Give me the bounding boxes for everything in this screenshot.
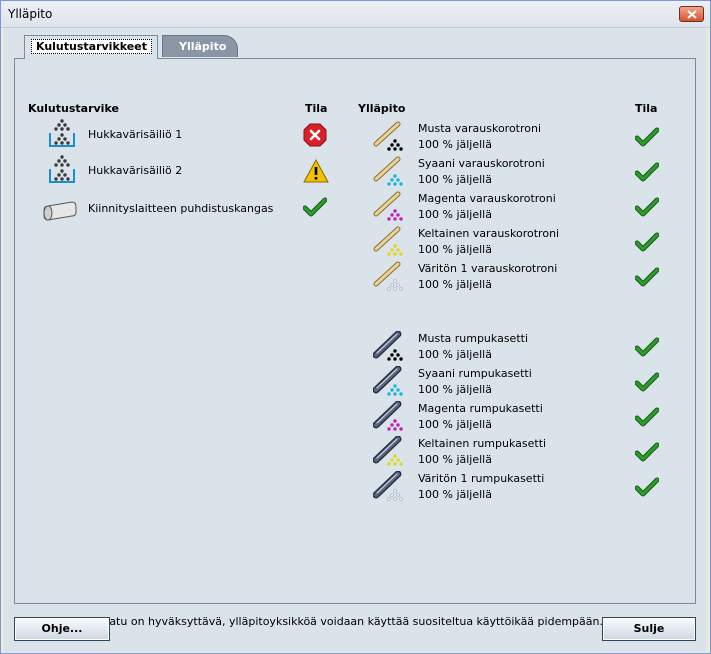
status-ok-icon	[635, 232, 659, 252]
close-button[interactable]: Sulje	[602, 617, 696, 641]
status-ok-icon	[635, 477, 659, 497]
tab-maintenance-label: Ylläpito	[179, 40, 227, 53]
remaining-life: 100 % jäljellä	[418, 488, 492, 501]
status-ok-icon	[635, 442, 659, 462]
corotron-icon	[373, 121, 403, 151]
corotron-icon	[373, 226, 403, 256]
consumable-name: Kiinnityslaitteen puhdistuskangas	[88, 202, 274, 215]
maintenance-item-name: Magenta rumpukasetti	[418, 402, 543, 415]
maintenance-item-name: Magenta varauskorotroni	[418, 192, 556, 205]
maintenance-item-name: Musta varauskorotroni	[418, 122, 542, 135]
status-ok-icon	[635, 267, 659, 287]
remaining-life: 100 % jäljellä	[418, 243, 492, 256]
maintenance-column-header: Ylläpito	[358, 102, 406, 115]
maintenance-item-name: Syaani rumpukasetti	[418, 367, 532, 380]
waste-toner-icon	[49, 155, 75, 183]
consumable-status-header: Tila	[305, 102, 328, 115]
corotron-icon	[373, 156, 403, 186]
drum-cartridge-icon	[373, 331, 403, 361]
drum-cartridge-icon	[373, 366, 403, 396]
corotron-icon	[373, 261, 403, 291]
remaining-life: 100 % jäljellä	[418, 418, 492, 431]
title-bar[interactable]: Ylläpito	[1, 1, 710, 28]
waste-toner-icon	[49, 119, 75, 147]
status-ok-icon	[635, 337, 659, 357]
remaining-life: 100 % jäljellä	[418, 453, 492, 466]
status-ok-icon	[635, 197, 659, 217]
consumable-column-header: Kulutustarvike	[28, 102, 119, 115]
remaining-life: 100 % jäljellä	[418, 278, 492, 291]
maintenance-item-name: Syaani varauskorotroni	[418, 157, 545, 170]
tab-consumables-label: Kulutustarvikkeet	[31, 39, 152, 54]
help-button[interactable]: Ohje...	[14, 617, 110, 641]
status-ok-icon	[303, 197, 327, 217]
status-ok-icon	[635, 162, 659, 182]
remaining-life: 100 % jäljellä	[418, 208, 492, 221]
window-title: Ylläpito	[8, 7, 53, 21]
maintenance-item-name: Väritön 1 rumpukasetti	[418, 472, 545, 485]
drum-cartridge-icon	[373, 471, 403, 501]
status-error-icon	[303, 123, 327, 147]
consumable-name: Hukkavärisäiliö 2	[88, 164, 183, 177]
drum-cartridge-icon	[373, 436, 403, 466]
remaining-life: 100 % jäljellä	[418, 383, 492, 396]
remaining-life: 100 % jäljellä	[418, 348, 492, 361]
dialog-body: Kulutustarvikkeet Ylläpito Kulutustarvik…	[4, 28, 707, 652]
maintenance-item-name: Keltainen varauskorotroni	[418, 227, 560, 240]
fuser-web-icon	[43, 201, 77, 221]
tab-consumables[interactable]: Kulutustarvikkeet	[24, 35, 158, 59]
window-close-button[interactable]	[679, 6, 704, 22]
tab-maintenance[interactable]: Ylläpito	[162, 35, 238, 57]
status-ok-icon	[635, 407, 659, 427]
close-icon	[687, 10, 697, 19]
status-warning-icon	[303, 159, 329, 183]
maintenance-window: Ylläpito Kulutustarvikkeet Ylläpito Kulu…	[0, 0, 711, 654]
remaining-life: 100 % jäljellä	[418, 138, 492, 151]
footnote: *Jos tulostuslaatu on hyväksyttävä, yllä…	[31, 615, 603, 628]
maintenance-item-name: Musta rumpukasetti	[418, 332, 529, 345]
maintenance-item-name: Väritön 1 varauskorotroni	[418, 262, 558, 275]
maintenance-status-header: Tila	[635, 102, 658, 115]
corotron-icon	[373, 191, 403, 221]
consumables-panel: Kulutustarvike Tila Ylläpito Tila Hukkav…	[14, 58, 696, 628]
drum-cartridge-icon	[373, 401, 403, 431]
consumable-name: Hukkavärisäiliö 1	[88, 128, 183, 141]
status-ok-icon	[635, 127, 659, 147]
maintenance-item-name: Keltainen rumpukasetti	[418, 437, 547, 450]
status-ok-icon	[635, 372, 659, 392]
remaining-life: 100 % jäljellä	[418, 173, 492, 186]
